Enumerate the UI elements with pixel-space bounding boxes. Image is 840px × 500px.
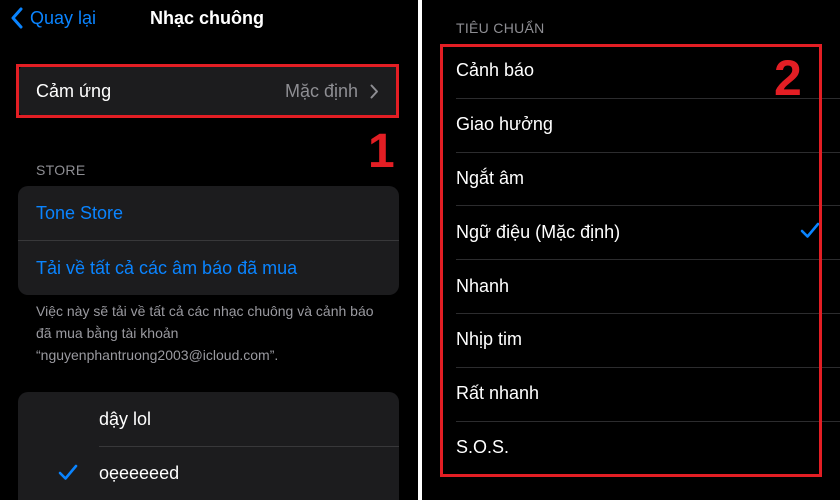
store-group: Tone Store Tải về tất cả các âm báo đã m…: [18, 186, 399, 295]
tone-item-oeeeeeed[interactable]: oẹeeeeed: [18, 446, 399, 500]
tone-label: oẹeeeeed: [99, 462, 180, 483]
step-marker-1: 1: [368, 125, 395, 178]
back-label: Quay lại: [30, 7, 97, 28]
store-section-header: STORE: [36, 162, 86, 178]
tone-store-link[interactable]: Tone Store: [18, 186, 399, 240]
tone-item-day-lol[interactable]: dậy lol: [18, 392, 399, 446]
step-marker-2: 2: [774, 50, 802, 106]
ringtone-settings-screen: Quay lại Nhạc chuông Cảm ứng Mặc định ST…: [0, 0, 418, 500]
chevron-left-icon: [11, 7, 23, 29]
page-title: Nhạc chuông: [150, 8, 265, 28]
standard-section-header: TIÊU CHUẨN: [456, 20, 545, 36]
tone-label: dậy lol: [99, 408, 152, 429]
store-footer-note: Việc này sẽ tải về tất cả các nhạc chuôn…: [36, 303, 374, 363]
custom-tone-list: dậy lol oẹeeeeed: [18, 392, 399, 500]
highlight-box-standard-list: [440, 44, 822, 477]
checkmark-icon: [58, 464, 78, 480]
download-all-tones-link[interactable]: Tải về tất cả các âm báo đã mua: [18, 240, 399, 295]
back-button[interactable]: Quay lại: [10, 6, 96, 30]
haptics-pattern-screen: TIÊU CHUẨN Cảnh báo Giao hưởng Ngắt âm N…: [422, 0, 840, 500]
highlight-box-haptics: [16, 64, 399, 118]
